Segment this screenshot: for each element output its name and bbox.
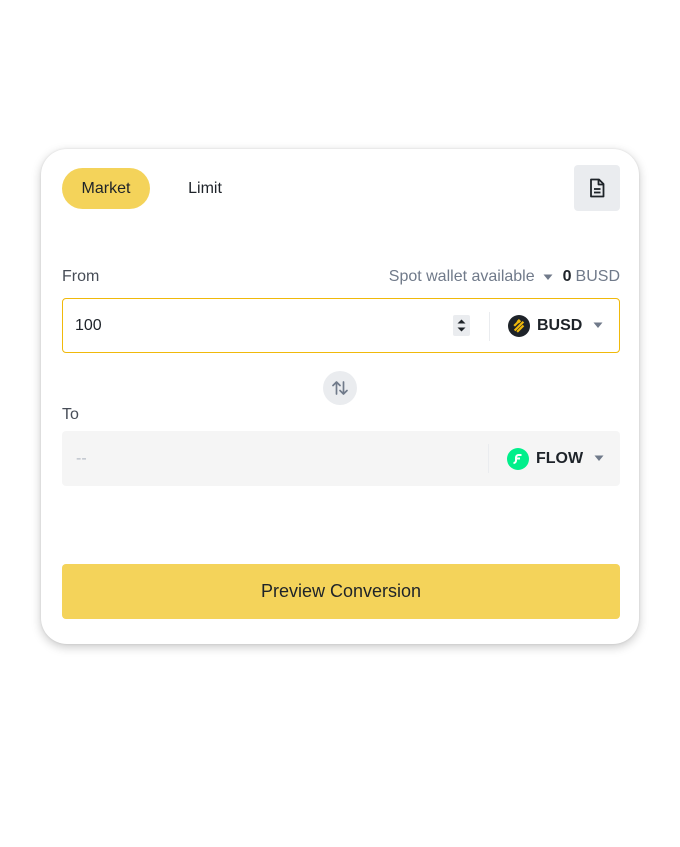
wallet-selector-label[interactable]: Spot wallet available <box>389 268 535 286</box>
stepper-up-icon[interactable] <box>457 319 466 324</box>
divider <box>488 444 489 473</box>
to-label: To <box>62 406 79 423</box>
wallet-balance: 0 <box>562 268 572 285</box>
swap-button[interactable] <box>323 371 357 405</box>
to-coin-name: FLOW <box>536 449 584 467</box>
convert-card: Market Limit From Spot wallet available … <box>41 149 639 644</box>
busd-coin-icon <box>508 314 530 337</box>
from-amount-input[interactable] <box>75 299 445 352</box>
to-field: -- FLOW <box>62 431 620 486</box>
preview-conversion-button[interactable]: Preview Conversion <box>62 564 620 619</box>
tab-market[interactable]: Market <box>62 168 150 209</box>
divider <box>489 312 490 341</box>
swap-arrows-icon <box>332 381 348 395</box>
flow-coin-icon <box>507 447 529 470</box>
caret-down-icon[interactable] <box>543 274 553 281</box>
wallet-available: Spot wallet available 0 BUSD <box>389 268 620 286</box>
from-label: From <box>62 268 100 285</box>
tab-limit[interactable]: Limit <box>171 168 239 209</box>
amount-stepper[interactable] <box>453 315 470 336</box>
to-amount-value: -- <box>76 449 87 467</box>
from-coin-name: BUSD <box>537 316 583 334</box>
to-coin-selector[interactable]: FLOW <box>507 431 604 486</box>
from-field: BUSD <box>62 298 620 353</box>
order-history-button[interactable] <box>574 165 620 211</box>
wallet-unit: BUSD <box>575 268 620 285</box>
caret-down-icon <box>593 322 603 329</box>
from-coin-selector[interactable]: BUSD <box>508 299 603 352</box>
stepper-down-icon[interactable] <box>457 327 466 332</box>
caret-down-icon <box>594 455 604 462</box>
document-icon <box>590 178 605 198</box>
